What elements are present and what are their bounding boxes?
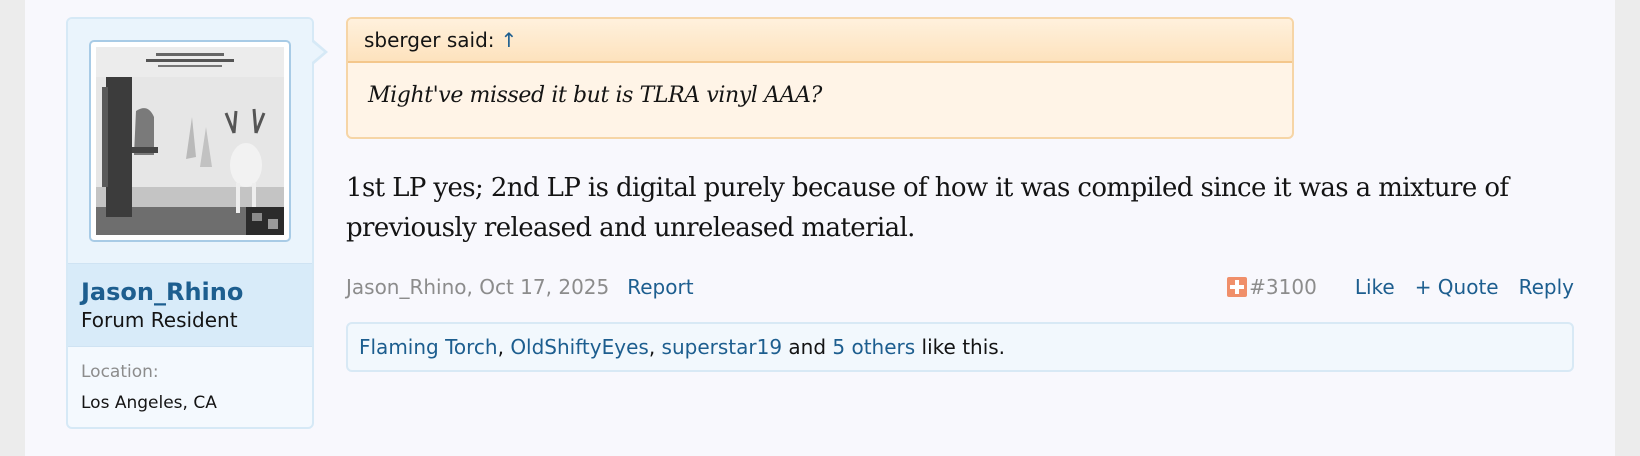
reply-button[interactable]: Reply: [1519, 270, 1574, 304]
like-button[interactable]: Like: [1355, 270, 1395, 304]
username-link[interactable]: Jason_Rhino: [81, 278, 312, 306]
likes-separator: ,: [648, 335, 662, 359]
post-message: 1st LP yes; 2nd LP is digital purely bec…: [346, 173, 1509, 243]
quote-button[interactable]: + Quote: [1415, 270, 1499, 304]
liker-link[interactable]: Flaming Torch: [359, 335, 498, 359]
avatar-container: [68, 19, 312, 263]
quote-text: Might've missed it but is TLRA vinyl AAA…: [368, 83, 822, 108]
avatar-image: [96, 47, 284, 235]
avatar[interactable]: [89, 40, 291, 242]
likes-and-text: and: [782, 335, 833, 359]
likes-suffix: like this.: [915, 335, 1006, 359]
likes-summary: Flaming Torch, OldShiftyEyes, superstar1…: [346, 322, 1574, 372]
user-extra-info: Location: Los Angeles, CA: [68, 347, 312, 414]
report-link[interactable]: Report: [627, 275, 693, 299]
location-value: Los Angeles, CA: [81, 393, 217, 413]
user-title: Forum Resident: [81, 308, 238, 332]
quote-author: sberger said:: [364, 28, 495, 52]
post-meta-right: #3100 Like + Quote Reply: [1227, 270, 1574, 304]
panel-pointer-inner: [312, 42, 324, 62]
post-author-date[interactable]: Jason_Rhino, Oct 17, 2025: [346, 275, 609, 299]
post-meta-bar: Jason_Rhino, Oct 17, 2025 Report #3100 Li…: [346, 270, 1574, 304]
liker-link[interactable]: OldShiftyEyes: [510, 335, 649, 359]
plus-icon[interactable]: [1227, 277, 1248, 297]
user-name-area: Jason_Rhino Forum Resident: [68, 263, 312, 347]
post-number[interactable]: #3100: [1249, 270, 1317, 304]
others-link[interactable]: 5 others: [832, 335, 915, 359]
location-label: Location:: [81, 362, 159, 382]
liker-link[interactable]: superstar19: [662, 335, 783, 359]
jump-to-quote-icon[interactable]: ↑: [501, 28, 518, 52]
likes-separator: ,: [497, 335, 511, 359]
post-meta-left: Jason_Rhino, Oct 17, 2025 Report: [346, 270, 694, 304]
quote-header: sberger said: ↑: [348, 19, 1292, 63]
quote-block: sberger said: ↑ Might've missed it but is…: [346, 17, 1294, 139]
user-info-panel: Jason_Rhino Forum Resident Location: Los…: [66, 17, 314, 429]
